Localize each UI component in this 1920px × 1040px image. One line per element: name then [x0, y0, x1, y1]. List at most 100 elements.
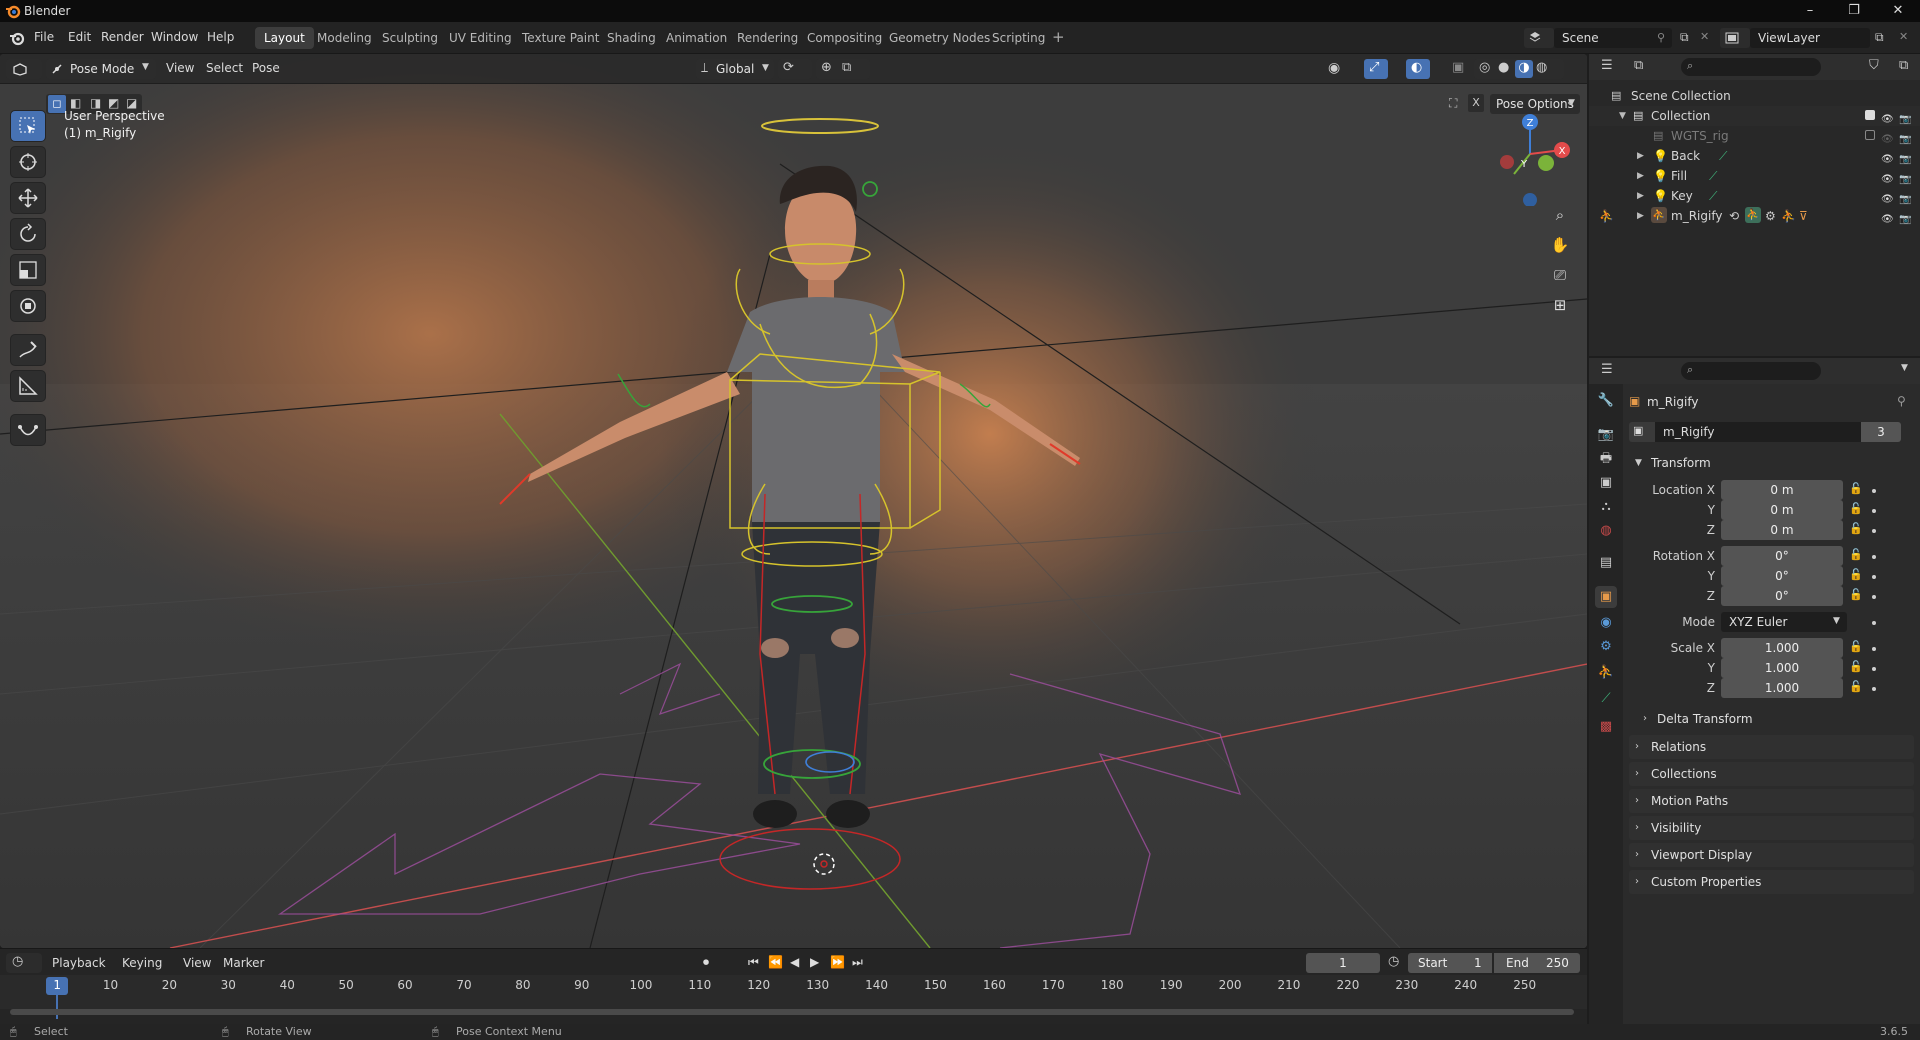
jump-keyframe-forward-icon[interactable]: ⏩ [830, 955, 845, 969]
jump-end-icon[interactable]: ⏭ [852, 955, 863, 970]
gizmo-toggle[interactable]: ⤢ [1364, 59, 1388, 79]
tab-geometry-nodes[interactable]: Geometry Nodes [880, 27, 999, 49]
tool-rotate[interactable] [10, 218, 46, 250]
viewlayer-browse-button[interactable] [1720, 28, 1750, 48]
display-mode-icon[interactable]: ⧉ [1634, 58, 1643, 73]
world-tab-icon[interactable]: ◍ [1595, 520, 1617, 542]
grid-icon[interactable]: ⊞ [1547, 292, 1573, 318]
tab-uv-editing[interactable]: UV Editing [440, 27, 521, 49]
maximize-button[interactable]: ❐ [1832, 0, 1876, 22]
relations-panel[interactable]: › Relations [1629, 735, 1914, 759]
tab-sculpting[interactable]: Sculpting [373, 27, 447, 49]
xray-icon[interactable]: ▣ [1452, 60, 1464, 75]
viewlayer-name-field[interactable]: ViewLayer [1750, 28, 1870, 48]
keyframe-dot[interactable] [1872, 575, 1876, 579]
outliner-row-collection[interactable]: ▼ ▤ Collection 👁 📷 [1589, 106, 1920, 126]
rendered-shading-icon[interactable]: ◍ [1536, 60, 1547, 75]
keyframe-dot[interactable] [1872, 667, 1876, 671]
new-collection-icon[interactable]: ⧉ [1899, 58, 1908, 73]
tool-move[interactable] [10, 182, 46, 214]
auto-keying-icon[interactable]: ⏺ [703, 955, 709, 970]
visibility-panel[interactable]: › Visibility [1629, 816, 1914, 840]
lock-icon[interactable]: 🔓 [1849, 482, 1863, 495]
rotation-z-field[interactable]: 0° [1721, 586, 1843, 606]
outliner-row-m-rigify[interactable]: ⛹ ▶ ⛹ m_Rigify ⟲ ⛹ ⚙ ⛹ ⊽ 👁 📷 [1589, 206, 1920, 226]
blender-menu-icon[interactable] [9, 30, 25, 46]
chevron-down-icon[interactable]: ▼ [1901, 363, 1908, 373]
menu-help[interactable]: Help [207, 30, 234, 44]
delete-scene-icon[interactable]: ✕ [1700, 30, 1709, 43]
wireframe-shading-icon[interactable]: ◎ [1479, 60, 1490, 75]
timeline-scrollbar[interactable] [10, 1009, 1574, 1015]
add-workspace-button[interactable]: + [1052, 28, 1065, 46]
location-y-field[interactable]: 0 m [1721, 500, 1843, 520]
location-x-field[interactable]: 0 m [1721, 480, 1843, 500]
delta-transform-subpanel[interactable]: › Delta Transform [1637, 708, 1907, 730]
lock-icon[interactable]: 🔓 [1849, 568, 1863, 581]
menu-select[interactable]: Select [206, 61, 243, 75]
tab-modeling[interactable]: Modeling [308, 27, 381, 49]
3d-viewport[interactable]: Pose Mode ▼ View Select Pose ⟘ Global ▼ … [0, 54, 1587, 948]
rotation-y-field[interactable]: 0° [1721, 566, 1843, 586]
menu-pose[interactable]: Pose [252, 61, 280, 75]
tool-tab-icon[interactable]: 🔧 [1595, 390, 1617, 412]
solid-shading-icon[interactable]: ● [1498, 60, 1509, 75]
tool-measure[interactable] [10, 370, 46, 402]
collection-tab-icon[interactable]: ▤ [1595, 552, 1617, 574]
timeline-editor-type-button[interactable]: ◷ [6, 953, 42, 973]
pin-icon[interactable]: ⚲ [1657, 31, 1665, 44]
filter-icon[interactable]: ⛉ [1869, 58, 1879, 73]
current-frame-field[interactable]: 1 [1306, 953, 1380, 973]
users-count[interactable]: 3 [1861, 422, 1901, 442]
lock-icon[interactable]: 🔓 [1849, 680, 1863, 693]
object-browse-button[interactable]: ▣ [1629, 422, 1655, 442]
menu-edit[interactable]: Edit [68, 30, 91, 44]
tab-scripting[interactable]: Scripting [983, 27, 1054, 49]
editor-type-button[interactable] [6, 59, 42, 79]
tab-texture-paint[interactable]: Texture Paint [513, 27, 608, 49]
expand-arrow-icon[interactable]: ▶ [1637, 146, 1644, 166]
transform-affect-icon[interactable]: ⛶ [1449, 96, 1457, 111]
outliner-row-fill[interactable]: ▶ 💡 Fill ⟋ 👁 📷 [1589, 166, 1920, 186]
scale-x-field[interactable]: 1.000 [1721, 638, 1843, 658]
outliner-row-back[interactable]: ▶ 💡 Back ⟋ 👁 📷 [1589, 146, 1920, 166]
keyframe-dot[interactable] [1872, 555, 1876, 559]
menu-render[interactable]: Render [101, 30, 144, 44]
zoom-icon[interactable]: ⌕ [1547, 202, 1573, 228]
pivot-dropdown[interactable]: ⟳ [778, 59, 812, 79]
lock-icon[interactable]: 🔓 [1849, 522, 1863, 535]
select-extend-icon[interactable]: ◧ [70, 96, 81, 110]
start-frame-field[interactable]: Start 1 [1408, 953, 1492, 973]
select-intersect-icon[interactable]: ◪ [126, 96, 137, 110]
view-layer-tab-icon[interactable]: ▣ [1595, 472, 1617, 494]
expand-arrow-icon[interactable]: ▶ [1637, 186, 1644, 206]
select-invert-icon[interactable]: ◩ [108, 96, 119, 110]
menu-window[interactable]: Window [151, 30, 198, 44]
play-icon[interactable]: ▶ [810, 955, 819, 969]
delete-viewlayer-icon[interactable]: ✕ [1899, 30, 1908, 43]
keyframe-dot[interactable] [1872, 509, 1876, 513]
armature-data-tab-icon[interactable]: ⛹ [1595, 662, 1617, 684]
scene-tab-icon[interactable]: ⛬ [1595, 496, 1617, 518]
physics-tab-icon[interactable]: ◉ [1595, 612, 1617, 634]
snap-toggle[interactable]: ⊕ ⧉ [816, 59, 870, 79]
overlays-toggle[interactable]: ◐ [1406, 59, 1430, 79]
custom-properties-panel[interactable]: › Custom Properties [1629, 870, 1914, 894]
expand-arrow-icon[interactable]: ▶ [1637, 166, 1644, 186]
jump-keyframe-back-icon[interactable]: ⏪ [768, 955, 783, 969]
exclude-checkbox[interactable] [1865, 130, 1875, 140]
close-button[interactable]: ✕ [1876, 0, 1920, 22]
outliner-row-scene-collection[interactable]: ▤ Scene Collection [1589, 86, 1920, 106]
new-scene-icon[interactable]: ⧉ [1680, 30, 1689, 45]
select-subtract-icon[interactable]: ◨ [90, 96, 101, 110]
keyframe-dot[interactable] [1872, 489, 1876, 493]
preview-range-icon[interactable]: ◷ [1388, 954, 1399, 969]
texture-tab-icon[interactable]: ▩ [1595, 716, 1617, 738]
expand-arrow-icon[interactable]: ▼ [1619, 106, 1626, 126]
output-tab-icon[interactable]: 🖶 [1595, 448, 1617, 470]
jump-start-icon[interactable]: ⏮ [748, 955, 759, 970]
minimize-button[interactable]: – [1788, 0, 1832, 22]
tool-bone-envelope[interactable] [10, 414, 46, 446]
tab-rendering[interactable]: Rendering [728, 27, 807, 49]
tab-layout[interactable]: Layout [255, 27, 314, 49]
